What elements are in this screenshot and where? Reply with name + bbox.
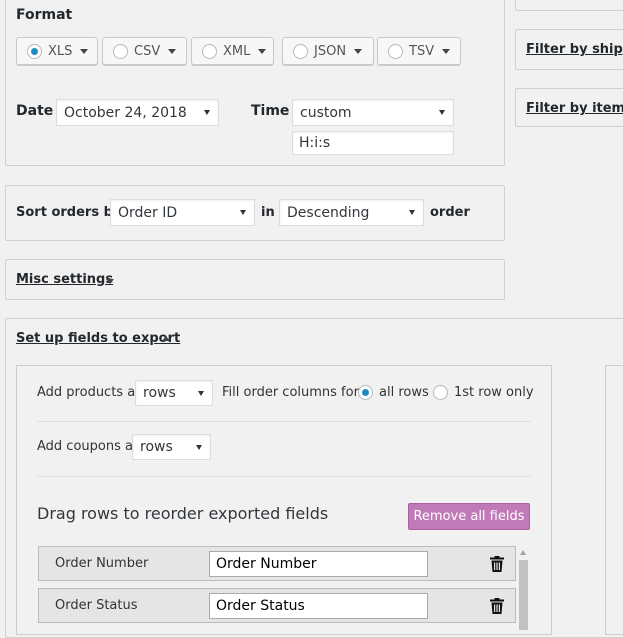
trash-icon[interactable] (490, 598, 504, 614)
dropdown-arrow-icon (439, 110, 445, 115)
radio-json[interactable] (293, 43, 308, 59)
sort-field-select[interactable]: Order ID (110, 199, 255, 226)
chevron-up-icon (162, 336, 170, 341)
format-option-json[interactable]: JSON (282, 37, 374, 65)
format-option-label: XLS (48, 43, 73, 59)
date-label: Date (16, 103, 54, 119)
fill-first-row-label: 1st row only (454, 385, 534, 400)
dropdown-arrow-icon (204, 110, 210, 115)
fields-scrollbar[interactable] (517, 546, 529, 630)
right-top-panel (515, 0, 623, 11)
filter-shipping-link[interactable]: Filter by shippin (526, 42, 623, 57)
radio-csv[interactable] (113, 43, 128, 59)
setup-fields-label: Set up fields to export (16, 331, 181, 346)
setup-fields-toggle[interactable]: Set up fields to export (16, 331, 180, 346)
add-products-label: Add products as (37, 385, 142, 400)
chevron-down-icon (80, 48, 89, 54)
sort-order-label: order (430, 205, 470, 220)
field-row-input[interactable]: Order Number (209, 551, 428, 577)
time-select-value: custom (300, 104, 352, 121)
field-row-label: Order Number (55, 556, 149, 571)
format-option-tsv[interactable]: TSV (377, 37, 461, 65)
divider (37, 421, 531, 422)
radio-xls[interactable] (27, 43, 42, 59)
format-option-label: JSON (314, 43, 347, 59)
scroll-up-arrow-icon[interactable] (520, 550, 526, 555)
chevron-down-icon (442, 48, 451, 54)
right-inner-panel (605, 365, 623, 635)
field-row-input-value: Order Number (216, 556, 317, 572)
radio-all-rows[interactable] (358, 385, 373, 400)
format-title: Format (16, 7, 73, 23)
scrollbar-thumb[interactable] (519, 560, 528, 630)
dropdown-arrow-icon (409, 210, 415, 215)
divider (37, 476, 531, 477)
date-select[interactable]: October 24, 2018 (56, 99, 219, 126)
format-option-label: CSV (134, 43, 161, 59)
radio-tsv[interactable] (388, 43, 403, 59)
radio-first-row[interactable] (433, 385, 448, 400)
fill-first-row-option[interactable]: 1st row only (433, 385, 534, 400)
radio-xml[interactable] (202, 43, 217, 59)
field-row[interactable]: Order Status Order Status (38, 588, 516, 623)
time-label: Time (251, 103, 290, 119)
field-row-input[interactable]: Order Status (209, 593, 428, 619)
format-option-xml[interactable]: XML (191, 37, 274, 65)
sort-label: Sort orders by (16, 205, 122, 220)
format-option-label: XML (223, 43, 251, 59)
drag-rows-heading: Drag rows to reorder exported fields (37, 504, 329, 523)
format-option-xls[interactable]: XLS (16, 37, 98, 65)
field-row-input-value: Order Status (216, 598, 305, 614)
misc-settings-toggle[interactable]: Misc settings (16, 272, 113, 287)
time-format-input[interactable]: H:i:s (292, 131, 454, 155)
time-format-value: H:i:s (299, 135, 331, 151)
trash-icon[interactable] (490, 556, 504, 572)
format-option-csv[interactable]: CSV (102, 37, 187, 65)
chevron-down-icon (258, 48, 267, 54)
fill-all-rows-option[interactable]: all rows (358, 385, 429, 400)
time-select[interactable]: custom (292, 99, 454, 126)
misc-settings-label: Misc settings (16, 272, 114, 287)
sort-direction-select[interactable]: Descending (279, 199, 424, 226)
add-coupons-select[interactable]: rows (132, 434, 211, 460)
fill-order-label: Fill order columns for (222, 385, 359, 400)
field-row-label: Order Status (55, 598, 138, 613)
chevron-down-icon (354, 48, 363, 54)
sort-field-value: Order ID (118, 204, 178, 221)
add-coupons-label: Add coupons as (37, 439, 140, 454)
date-select-value: October 24, 2018 (64, 104, 187, 121)
sort-direction-value: Descending (287, 204, 370, 221)
dropdown-arrow-icon (240, 210, 246, 215)
remove-all-fields-button[interactable]: Remove all fields (408, 503, 530, 530)
dropdown-arrow-icon (196, 445, 202, 450)
add-products-select[interactable]: rows (135, 380, 213, 406)
chevron-down-icon (106, 279, 114, 284)
add-coupons-value: rows (140, 439, 173, 455)
sort-in-label: in (261, 205, 275, 220)
dropdown-arrow-icon (198, 391, 204, 396)
chevron-down-icon (168, 48, 177, 54)
filter-item-link[interactable]: Filter by item an (526, 101, 623, 116)
field-row[interactable]: Order Number Order Number (38, 546, 516, 581)
format-option-label: TSV (409, 43, 435, 59)
fill-all-rows-label: all rows (379, 385, 429, 400)
add-products-value: rows (143, 385, 176, 401)
